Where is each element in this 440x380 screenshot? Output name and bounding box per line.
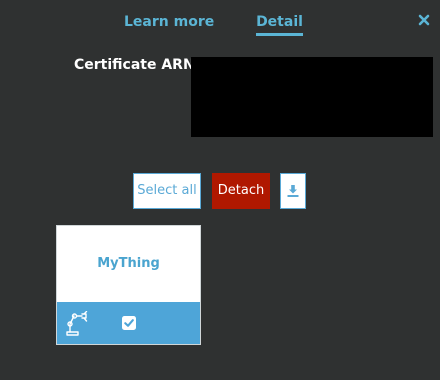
select-all-button[interactable]: Select all bbox=[133, 173, 201, 209]
tab-learn-more[interactable]: Learn more bbox=[124, 13, 214, 37]
robot-arm-icon bbox=[66, 311, 88, 336]
thing-name: MyThing bbox=[97, 256, 160, 271]
certificate-arn-value bbox=[191, 57, 433, 137]
download-icon bbox=[287, 185, 299, 197]
download-button[interactable] bbox=[280, 173, 306, 209]
checkbox-checked-icon[interactable] bbox=[121, 315, 137, 331]
detail-panel: Learn more Detail Certificate ARN Select… bbox=[0, 0, 440, 380]
thing-card[interactable]: MyThing bbox=[56, 225, 201, 345]
close-icon[interactable] bbox=[417, 12, 431, 26]
thing-card-footer bbox=[57, 302, 200, 344]
tab-detail[interactable]: Detail bbox=[256, 13, 303, 37]
certificate-arn-label: Certificate ARN bbox=[74, 57, 195, 73]
action-toolbar: Select all Detach bbox=[0, 173, 440, 209]
detach-button[interactable]: Detach bbox=[212, 173, 270, 209]
tab-bar: Learn more Detail bbox=[0, 13, 440, 37]
